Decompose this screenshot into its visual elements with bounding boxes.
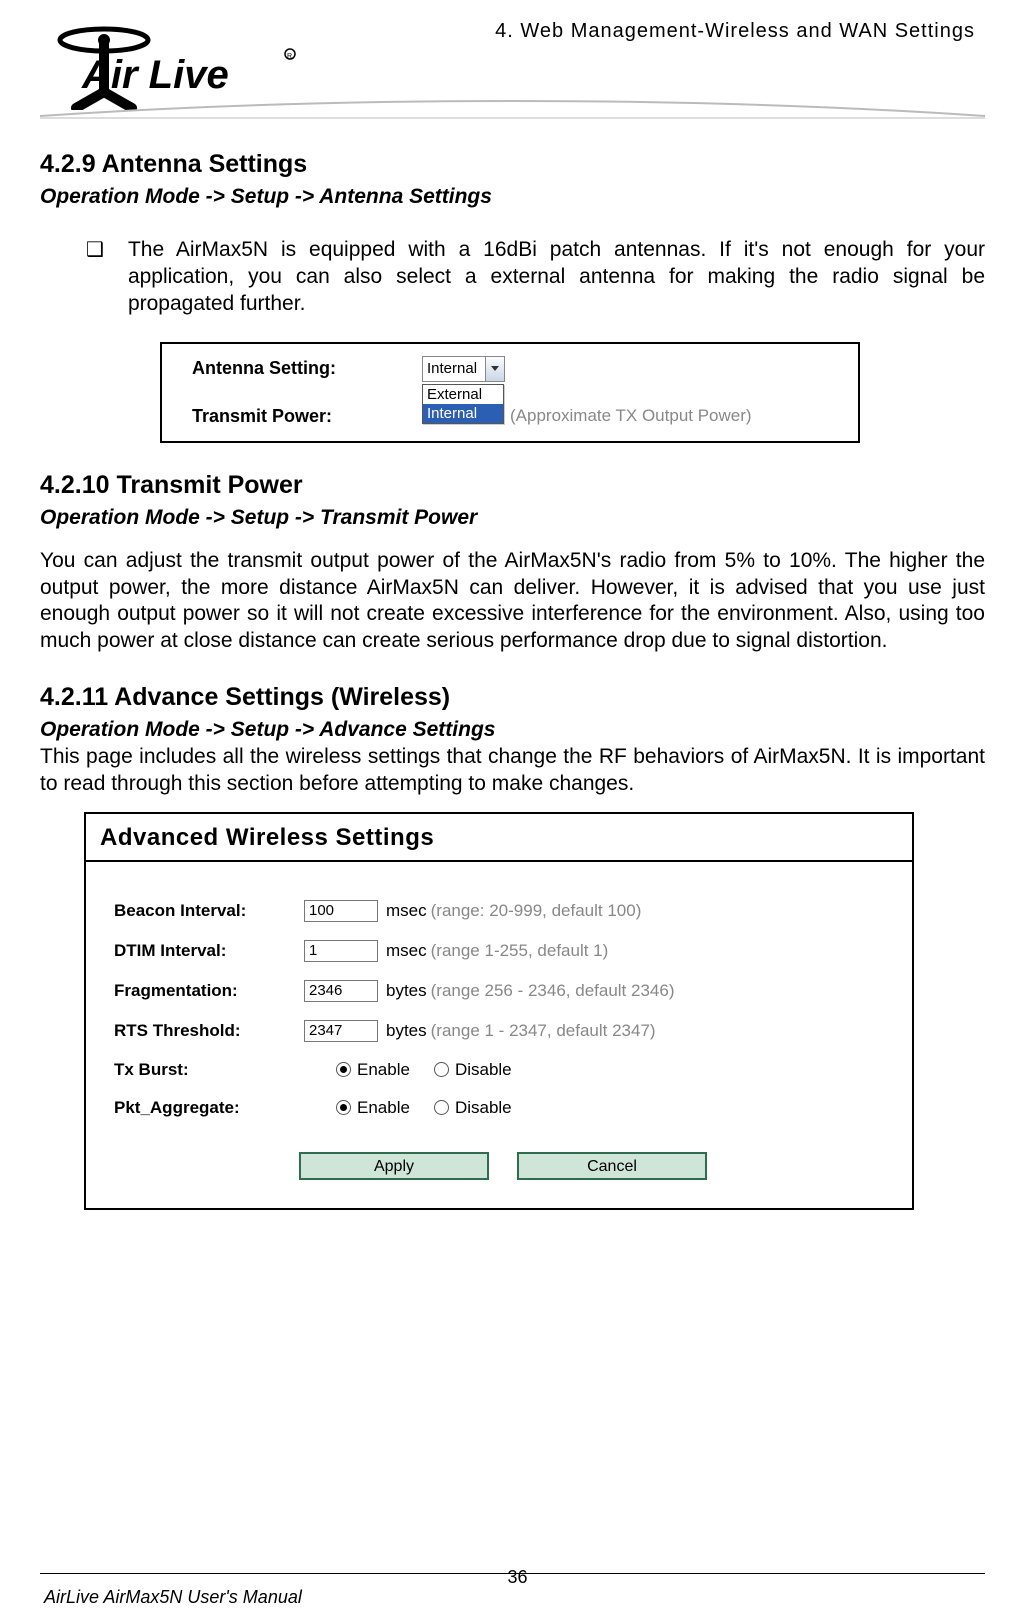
antenna-option-internal[interactable]: Internal [423, 404, 503, 423]
footer-manual-title: AirLive AirMax5N User's Manual [44, 1587, 302, 1608]
frag-unit: bytes [386, 981, 427, 1001]
frag-input[interactable] [304, 980, 378, 1002]
section-heading-antenna: 4.2.9 Antenna Settings [40, 150, 985, 179]
frag-hint: (range 256 - 2346, default 2346) [431, 981, 675, 1001]
beacon-input[interactable] [304, 900, 378, 922]
antenna-select-value: Internal [423, 358, 485, 379]
pktagg-enable-label: Enable [357, 1098, 410, 1118]
bullet-icon: ❑ [86, 237, 104, 318]
svg-text:Air Live: Air Live [81, 53, 229, 97]
page-number: 36 [0, 1567, 1035, 1588]
frag-label: Fragmentation: [114, 981, 304, 1001]
pktagg-disable-radio[interactable] [434, 1100, 449, 1115]
svg-text:R: R [287, 53, 292, 60]
pktagg-enable-radio[interactable] [336, 1100, 351, 1115]
apply-button[interactable]: Apply [299, 1152, 489, 1180]
breadcrumb-antenna: Operation Mode -> Setup -> Antenna Setti… [40, 185, 985, 209]
dtim-unit: msec [386, 941, 427, 961]
antenna-description: The AirMax5N is equipped with a 16dBi pa… [128, 237, 985, 318]
pktagg-disable-label: Disable [455, 1098, 512, 1118]
divider-swoosh [40, 100, 985, 120]
beacon-label: Beacon Interval: [114, 901, 304, 921]
beacon-unit: msec [386, 901, 427, 921]
transmit-power-hint: (Approximate TX Output Power) [510, 406, 752, 426]
rts-label: RTS Threshold: [114, 1021, 304, 1041]
txburst-label: Tx Burst: [114, 1060, 304, 1080]
transmit-power-description: You can adjust the transmit output power… [40, 548, 985, 656]
antenna-select-dropdown[interactable]: External Internal [422, 384, 504, 424]
antenna-setting-select[interactable]: Internal [422, 356, 505, 382]
txburst-enable-label: Enable [357, 1060, 410, 1080]
txburst-disable-label: Disable [455, 1060, 512, 1080]
section-heading-transmit: 4.2.10 Transmit Power [40, 471, 985, 500]
dtim-hint: (range 1-255, default 1) [431, 941, 609, 961]
rts-unit: bytes [386, 1021, 427, 1041]
pktagg-label: Pkt_Aggregate: [114, 1098, 304, 1118]
breadcrumb-advance: Operation Mode -> Setup -> Advance Setti… [40, 718, 985, 742]
txburst-disable-radio[interactable] [434, 1062, 449, 1077]
advanced-panel-title: Advanced Wireless Settings [86, 814, 912, 862]
chapter-title: 4. Web Management-Wireless and WAN Setti… [495, 20, 975, 43]
antenna-option-external[interactable]: External [423, 385, 503, 404]
antenna-setting-label: Antenna Setting: [192, 358, 422, 379]
breadcrumb-transmit: Operation Mode -> Setup -> Transmit Powe… [40, 506, 985, 530]
advanced-wireless-panel: Advanced Wireless Settings Beacon Interv… [84, 812, 914, 1210]
cancel-button[interactable]: Cancel [517, 1152, 707, 1180]
txburst-enable-radio[interactable] [336, 1062, 351, 1077]
brand-logo: Air Live R [40, 20, 300, 110]
chevron-down-icon[interactable] [485, 357, 504, 381]
section-heading-advance: 4.2.11 Advance Settings (Wireless) [40, 683, 985, 712]
antenna-settings-panel: Antenna Setting: Internal External Inter… [160, 342, 860, 443]
beacon-hint: (range: 20-999, default 100) [431, 901, 642, 921]
rts-input[interactable] [304, 1020, 378, 1042]
rts-hint: (range 1 - 2347, default 2347) [431, 1021, 656, 1041]
advance-description: This page includes all the wireless sett… [40, 744, 985, 798]
dtim-input[interactable] [304, 940, 378, 962]
dtim-label: DTIM Interval: [114, 941, 304, 961]
